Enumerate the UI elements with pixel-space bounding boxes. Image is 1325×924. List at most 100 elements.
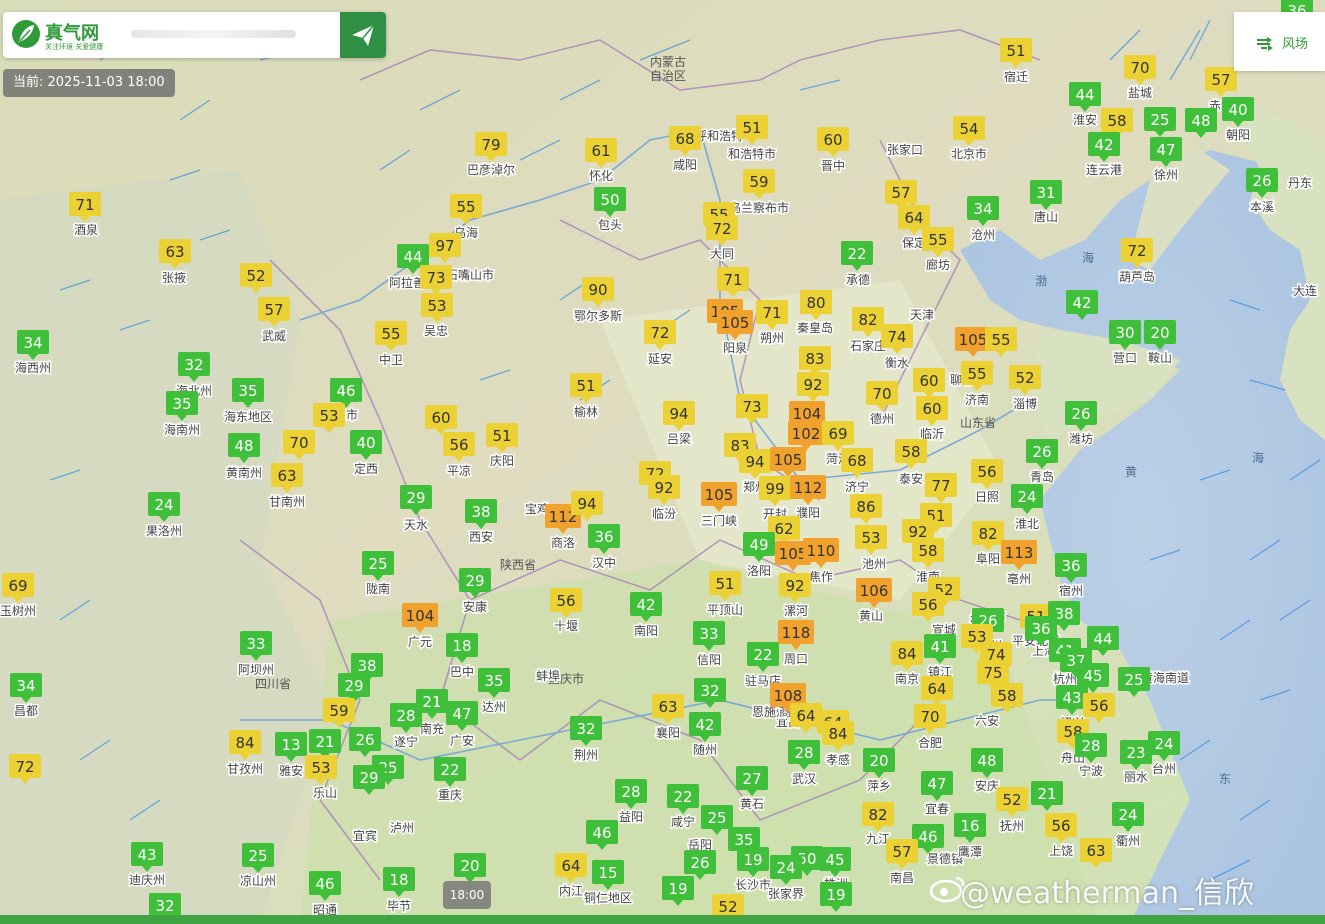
city-label: 六安 xyxy=(975,713,999,728)
city-label: 西安 xyxy=(469,529,493,544)
aqi-value: 64 xyxy=(796,707,815,725)
search-input[interactable] xyxy=(131,22,340,50)
search-button[interactable] xyxy=(340,12,386,58)
aqi-value: 90 xyxy=(588,281,607,299)
aqi-value: 69 xyxy=(828,425,847,443)
aqi-value: 80 xyxy=(806,294,825,312)
city-label: 唐山 xyxy=(1034,209,1058,224)
city-label: 宜宾 xyxy=(353,828,377,843)
city-label: 连云港 xyxy=(1086,162,1122,177)
city-label: 乌兰察布市 xyxy=(729,200,789,215)
aqi-value: 57 xyxy=(264,301,283,319)
aqi-value: 60 xyxy=(919,372,938,390)
aqi-value: 28 xyxy=(621,783,640,801)
aqi-value: 44 xyxy=(1075,86,1094,104)
aqi-value: 84 xyxy=(235,734,254,752)
aqi-value: 70 xyxy=(289,434,308,452)
aqi-value: 75 xyxy=(983,664,1002,682)
aqi-value: 25 xyxy=(707,809,726,827)
timeline-bar[interactable] xyxy=(0,915,1325,924)
city-label: 十堰 xyxy=(554,619,578,633)
city-label: 内江 xyxy=(559,884,583,898)
aqi-value: 94 xyxy=(577,495,596,513)
city-label: 玉树州 xyxy=(0,603,36,618)
city-label: 益阳 xyxy=(619,810,643,824)
city-label: 巴中 xyxy=(450,664,474,679)
city-label: 武威 xyxy=(262,329,286,343)
city-label: 临沂 xyxy=(920,427,944,441)
city-label: 南阳 xyxy=(634,623,658,638)
aqi-value: 64 xyxy=(904,209,923,227)
aqi-value: 51 xyxy=(715,575,734,593)
aqi-value: 56 xyxy=(449,436,468,454)
aqi-value: 30 xyxy=(1115,324,1134,342)
city-label: 张家口 xyxy=(887,142,923,157)
aqi-value: 55 xyxy=(456,198,475,216)
city-label: 襄阳 xyxy=(656,725,680,740)
city-label: 延安 xyxy=(648,351,672,366)
aqi-value: 19 xyxy=(743,851,762,869)
aqi-value: 73 xyxy=(426,269,445,287)
aqi-value: 48 xyxy=(977,752,996,770)
aqi-value: 84 xyxy=(897,645,916,663)
aqi-value: 104 xyxy=(793,405,822,423)
aqi-value: 55 xyxy=(381,325,400,343)
city-label: 黄石 xyxy=(740,797,764,811)
aqi-value: 35 xyxy=(734,831,753,849)
city-label: 广安 xyxy=(450,733,474,748)
aqi-value: 94 xyxy=(745,453,764,471)
aqi-value: 48 xyxy=(1191,112,1210,130)
aqi-value: 54 xyxy=(959,120,978,138)
aqi-value: 29 xyxy=(406,489,425,507)
city-label: 济南 xyxy=(965,392,989,407)
aqi-value: 32 xyxy=(184,356,203,374)
aqi-value: 18 xyxy=(452,637,471,655)
aqi-value: 51 xyxy=(576,377,595,395)
aqi-value: 60 xyxy=(922,400,941,418)
aqi-value: 57 xyxy=(1211,71,1230,89)
aqi-value: 53 xyxy=(311,759,330,777)
aqi-value: 55 xyxy=(928,231,947,249)
aqi-value: 56 xyxy=(1089,697,1108,715)
aqi-value: 82 xyxy=(858,311,877,329)
wind-field-button[interactable]: 风场 xyxy=(1234,12,1325,71)
aqi-value: 71 xyxy=(762,304,781,322)
paper-plane-icon xyxy=(352,24,375,46)
aqi-value: 63 xyxy=(1086,842,1105,860)
aqi-value: 52 xyxy=(718,898,737,916)
aqi-value: 21 xyxy=(1037,785,1056,803)
city-label: 营口 xyxy=(1113,351,1137,365)
aqi-value: 33 xyxy=(246,635,265,653)
aqi-value: 24 xyxy=(1017,488,1036,506)
aqi-value: 28 xyxy=(1081,737,1100,755)
aqi-value: 102 xyxy=(792,425,821,443)
aqi-value: 92 xyxy=(803,376,822,394)
city-label: 庆阳 xyxy=(490,454,514,468)
aqi-value: 72 xyxy=(712,220,731,238)
timeline-current-label[interactable]: 18:00 xyxy=(443,881,491,909)
city-label: 咸阳 xyxy=(673,158,697,172)
city-label: 迪庆州 xyxy=(129,873,165,887)
site-logo[interactable]: 真气网 关注环境 关爱健康 xyxy=(11,18,121,52)
city-label: 随州 xyxy=(693,742,717,757)
sea-label: 海 xyxy=(1252,450,1264,465)
city-label: 呼和浩特 xyxy=(695,128,743,143)
city-label: 衢州 xyxy=(1116,834,1140,848)
aqi-value: 112 xyxy=(794,479,823,497)
aqi-value: 56 xyxy=(977,463,996,481)
aqi-value: 29 xyxy=(359,769,378,787)
city-label: 南昌 xyxy=(890,870,914,885)
map-canvas[interactable]: 内蒙古 自治区 陕西省 四川省 重庆市 山东省 渤 海 黄 海 东 酒泉张掖武威… xyxy=(0,0,1325,924)
aqi-value: 118 xyxy=(782,624,811,642)
aqi-value: 82 xyxy=(978,525,997,543)
city-label: 宜春 xyxy=(925,801,949,816)
aqi-value: 72 xyxy=(1127,242,1146,260)
region-label: 山东省 xyxy=(960,416,996,430)
aqi-value: 46 xyxy=(336,382,355,400)
aqi-value: 40 xyxy=(1228,101,1247,119)
current-time-badge: 当前: 2025-11-03 18:00 xyxy=(3,69,175,97)
city-label: 济宁 xyxy=(845,479,869,494)
aqi-value: 60 xyxy=(431,409,450,427)
city-label: 晋中 xyxy=(821,158,845,173)
city-label: 鞍山 xyxy=(1148,350,1172,365)
